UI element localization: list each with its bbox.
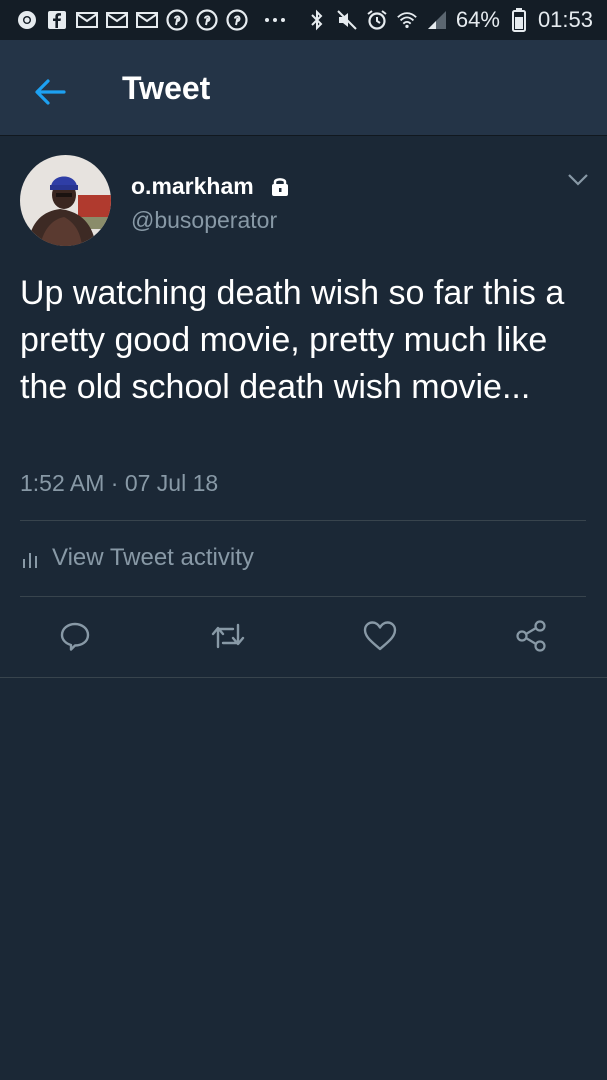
mail-icon — [106, 9, 128, 31]
mail-icon — [76, 9, 98, 31]
share-icon — [516, 620, 546, 652]
tweet-text: Up watching death wish so far this a pre… — [20, 274, 565, 406]
mail-icon — [136, 9, 158, 31]
lock-icon — [268, 174, 292, 198]
like-button[interactable] — [360, 616, 400, 656]
more-dots-icon — [264, 9, 286, 31]
back-button[interactable] — [28, 70, 72, 114]
reply-icon — [60, 622, 90, 651]
pinterest-icon — [166, 9, 188, 31]
app-header: Tweet — [0, 40, 607, 136]
signal-icon — [426, 9, 448, 31]
stats-icon — [23, 553, 37, 568]
bluetooth-icon — [306, 9, 328, 31]
mute-icon — [336, 9, 358, 31]
page-title: Tweet — [122, 70, 211, 106]
facebook-icon — [46, 9, 68, 31]
notification-icons — [16, 9, 286, 31]
tweet-detail: o.markham @busoperator Up watching death… — [0, 136, 607, 678]
view-tweet-activity-label: View Tweet activity — [52, 544, 254, 571]
back-arrow-icon — [35, 79, 66, 105]
divider — [20, 596, 586, 597]
retweet-icon — [211, 623, 245, 649]
tweet-timestamp: 1:52 AM · 07 Jul 18 — [20, 470, 219, 496]
pinterest-icon — [226, 9, 248, 31]
view-tweet-activity-button[interactable]: View Tweet activity — [20, 544, 254, 572]
divider — [20, 520, 586, 521]
battery-percent: 64% — [455, 7, 500, 32]
share-button[interactable] — [511, 616, 551, 656]
status-bar: 64% 01:53 — [0, 0, 607, 40]
reply-button[interactable] — [55, 616, 95, 656]
chrome-icon — [16, 9, 38, 31]
wifi-icon — [396, 9, 418, 31]
handle[interactable]: @busoperator — [131, 207, 277, 234]
tweet-actions — [0, 616, 607, 656]
display-name[interactable]: o.markham — [131, 173, 254, 200]
avatar[interactable] — [20, 155, 111, 246]
alarm-icon — [366, 9, 388, 31]
pinterest-icon — [196, 9, 218, 31]
heart-icon — [363, 621, 397, 651]
retweet-button[interactable] — [208, 616, 248, 656]
battery-icon — [508, 8, 530, 32]
chevron-down-icon[interactable] — [562, 166, 594, 194]
clock: 01:53 — [537, 7, 593, 32]
system-icons: 64% 01:53 — [306, 7, 593, 33]
